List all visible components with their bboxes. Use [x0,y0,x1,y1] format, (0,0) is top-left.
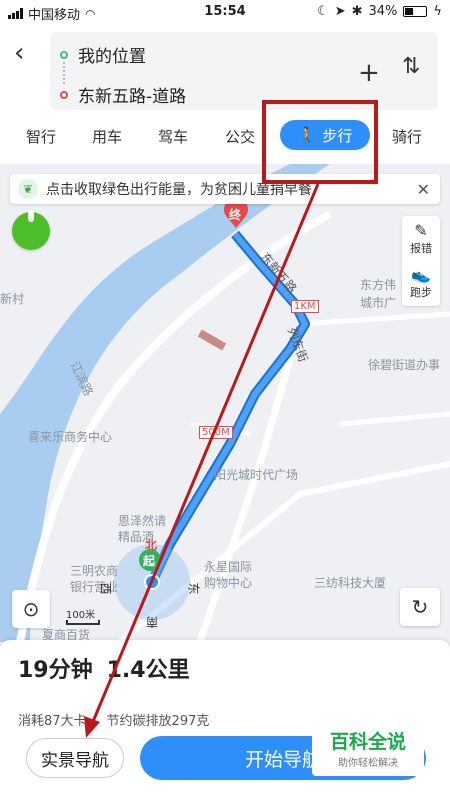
route-distance: 1.4公里 [106,658,190,683]
highlight-box [262,100,378,184]
destination-field[interactable]: 东新五路-道路 [60,82,186,107]
green-energy-ball[interactable] [12,210,50,250]
end-marker-label: 终 [229,208,242,222]
place-label-6b: 购物中心 [204,576,253,590]
road-main [196,323,304,642]
distance-500m-label: 500M [199,426,233,439]
refresh-icon: ↻ [411,595,429,619]
distance-1km-label: 1KM [291,300,319,313]
origin-text: 我的位置 [78,47,146,67]
origin-field[interactable]: 我的位置 [60,42,146,67]
route-summary-card[interactable]: 19分钟 1.4公里 消耗87大卡 节约碳排放297克 实景导航 开始导航 [0,640,450,800]
bluetooth-icon: ✱ [351,4,363,19]
close-icon[interactable]: ✕ [417,180,430,199]
building-marker [197,329,227,351]
destination-dot-icon [60,90,68,99]
battery-icon [403,6,428,17]
place-label-5: 恩泽然请 [118,514,167,528]
start-marker-label: 起 [143,554,156,568]
report-error-button[interactable]: ✎ 报错 [402,222,440,256]
shoe-icon: 👟 [411,265,431,284]
route-header: ‹ 我的位置 东新五路-道路 + ⇅ 智行 用车 驾车 公交 🚶 步行 骑行 [0,24,450,164]
destination-text: 东新五路-道路 [78,87,187,107]
route-summary: 19分钟 1.4公里 [18,652,190,684]
sprout-icon: ❦ [18,179,38,199]
dir-south-label: 南 [146,615,159,629]
travel-mode-tabs: 智行 用车 驾车 公交 🚶 步行 骑行 [0,120,450,158]
route-meta: 消耗87大卡 节约碳排放297克 [18,710,209,729]
origin-dot-icon [60,50,68,59]
road-east-2 [339,411,450,427]
tab-bike[interactable]: 骑行 [392,126,422,147]
left-edge-label: 新村 [0,292,25,306]
dir-west-label: 西 [98,582,113,595]
report-error-label: 报错 [410,242,432,255]
place-label-2: 徐碧街道办事 [368,358,441,372]
tab-smart[interactable]: 智行 [26,126,56,147]
route-time: 19分钟 [18,658,93,683]
place-label-1b: 城市广 [360,296,397,310]
scale-bar [66,620,100,625]
battery-percent: 34% [368,4,398,19]
locate-me-button[interactable]: ⊙ [12,590,50,628]
crosshair-icon: ⊙ [22,597,40,621]
place-label-6: 永星国际 [204,560,253,574]
route-connector [63,62,65,84]
place-label-7: 三纺科技大厦 [314,576,387,590]
route-input-box: 我的位置 东新五路-道路 + ⇅ [50,32,438,110]
road-east [299,311,450,327]
run-button[interactable]: 👟 跑步 [402,266,440,300]
location-arrow-icon: ➤ [334,4,346,19]
scale-label: 100米 [66,610,96,621]
watermark-subtitle: 助你轻松解决 [338,758,398,769]
swap-route-button[interactable]: ⇅ [402,54,420,79]
dir-east-label: 东 [186,582,201,595]
ar-navigation-button[interactable]: 实景导航 [26,738,124,778]
place-label-5b: 精品酒 [118,530,155,544]
carbon-label: 节约碳排放297克 [106,714,210,729]
run-label: 跑步 [410,286,432,299]
moon-icon: ☾ [317,4,329,19]
watermark-logo: 百科全说 助你轻松解决 [312,730,424,776]
calories-label: 消耗87大卡 [18,714,87,729]
map-side-tools: ✎ 报错 👟 跑步 [402,216,440,306]
back-button[interactable]: ‹ [14,40,38,68]
tab-ride-hailing[interactable]: 用车 [92,126,122,147]
map-view[interactable]: 终 起 北 1KM 500M 东新五路 列东街 东方伟 城市广 徐碧街道办事 喜… [0,164,450,642]
place-label-8: 三明农商 [70,564,119,578]
charging-icon: ϟ [433,4,442,19]
watermark-title: 百科全说 [329,731,406,753]
place-label-1: 东方伟 [360,278,397,292]
tab-drive[interactable]: 驾车 [158,126,188,147]
edit-icon: ✎ [414,221,428,240]
tab-transit[interactable]: 公交 [225,126,255,147]
refresh-route-button[interactable]: ↻ [400,588,440,626]
current-location-dot [144,574,160,590]
add-waypoint-button[interactable]: + [358,58,380,88]
place-label-4: 阳光城时代广场 [214,468,299,482]
place-label-3: 喜来乐商务中心 [28,430,113,444]
status-bar: 中国移动 ◠ 15:54 ☾ ➤ ✱ 34% ϟ [0,0,450,24]
